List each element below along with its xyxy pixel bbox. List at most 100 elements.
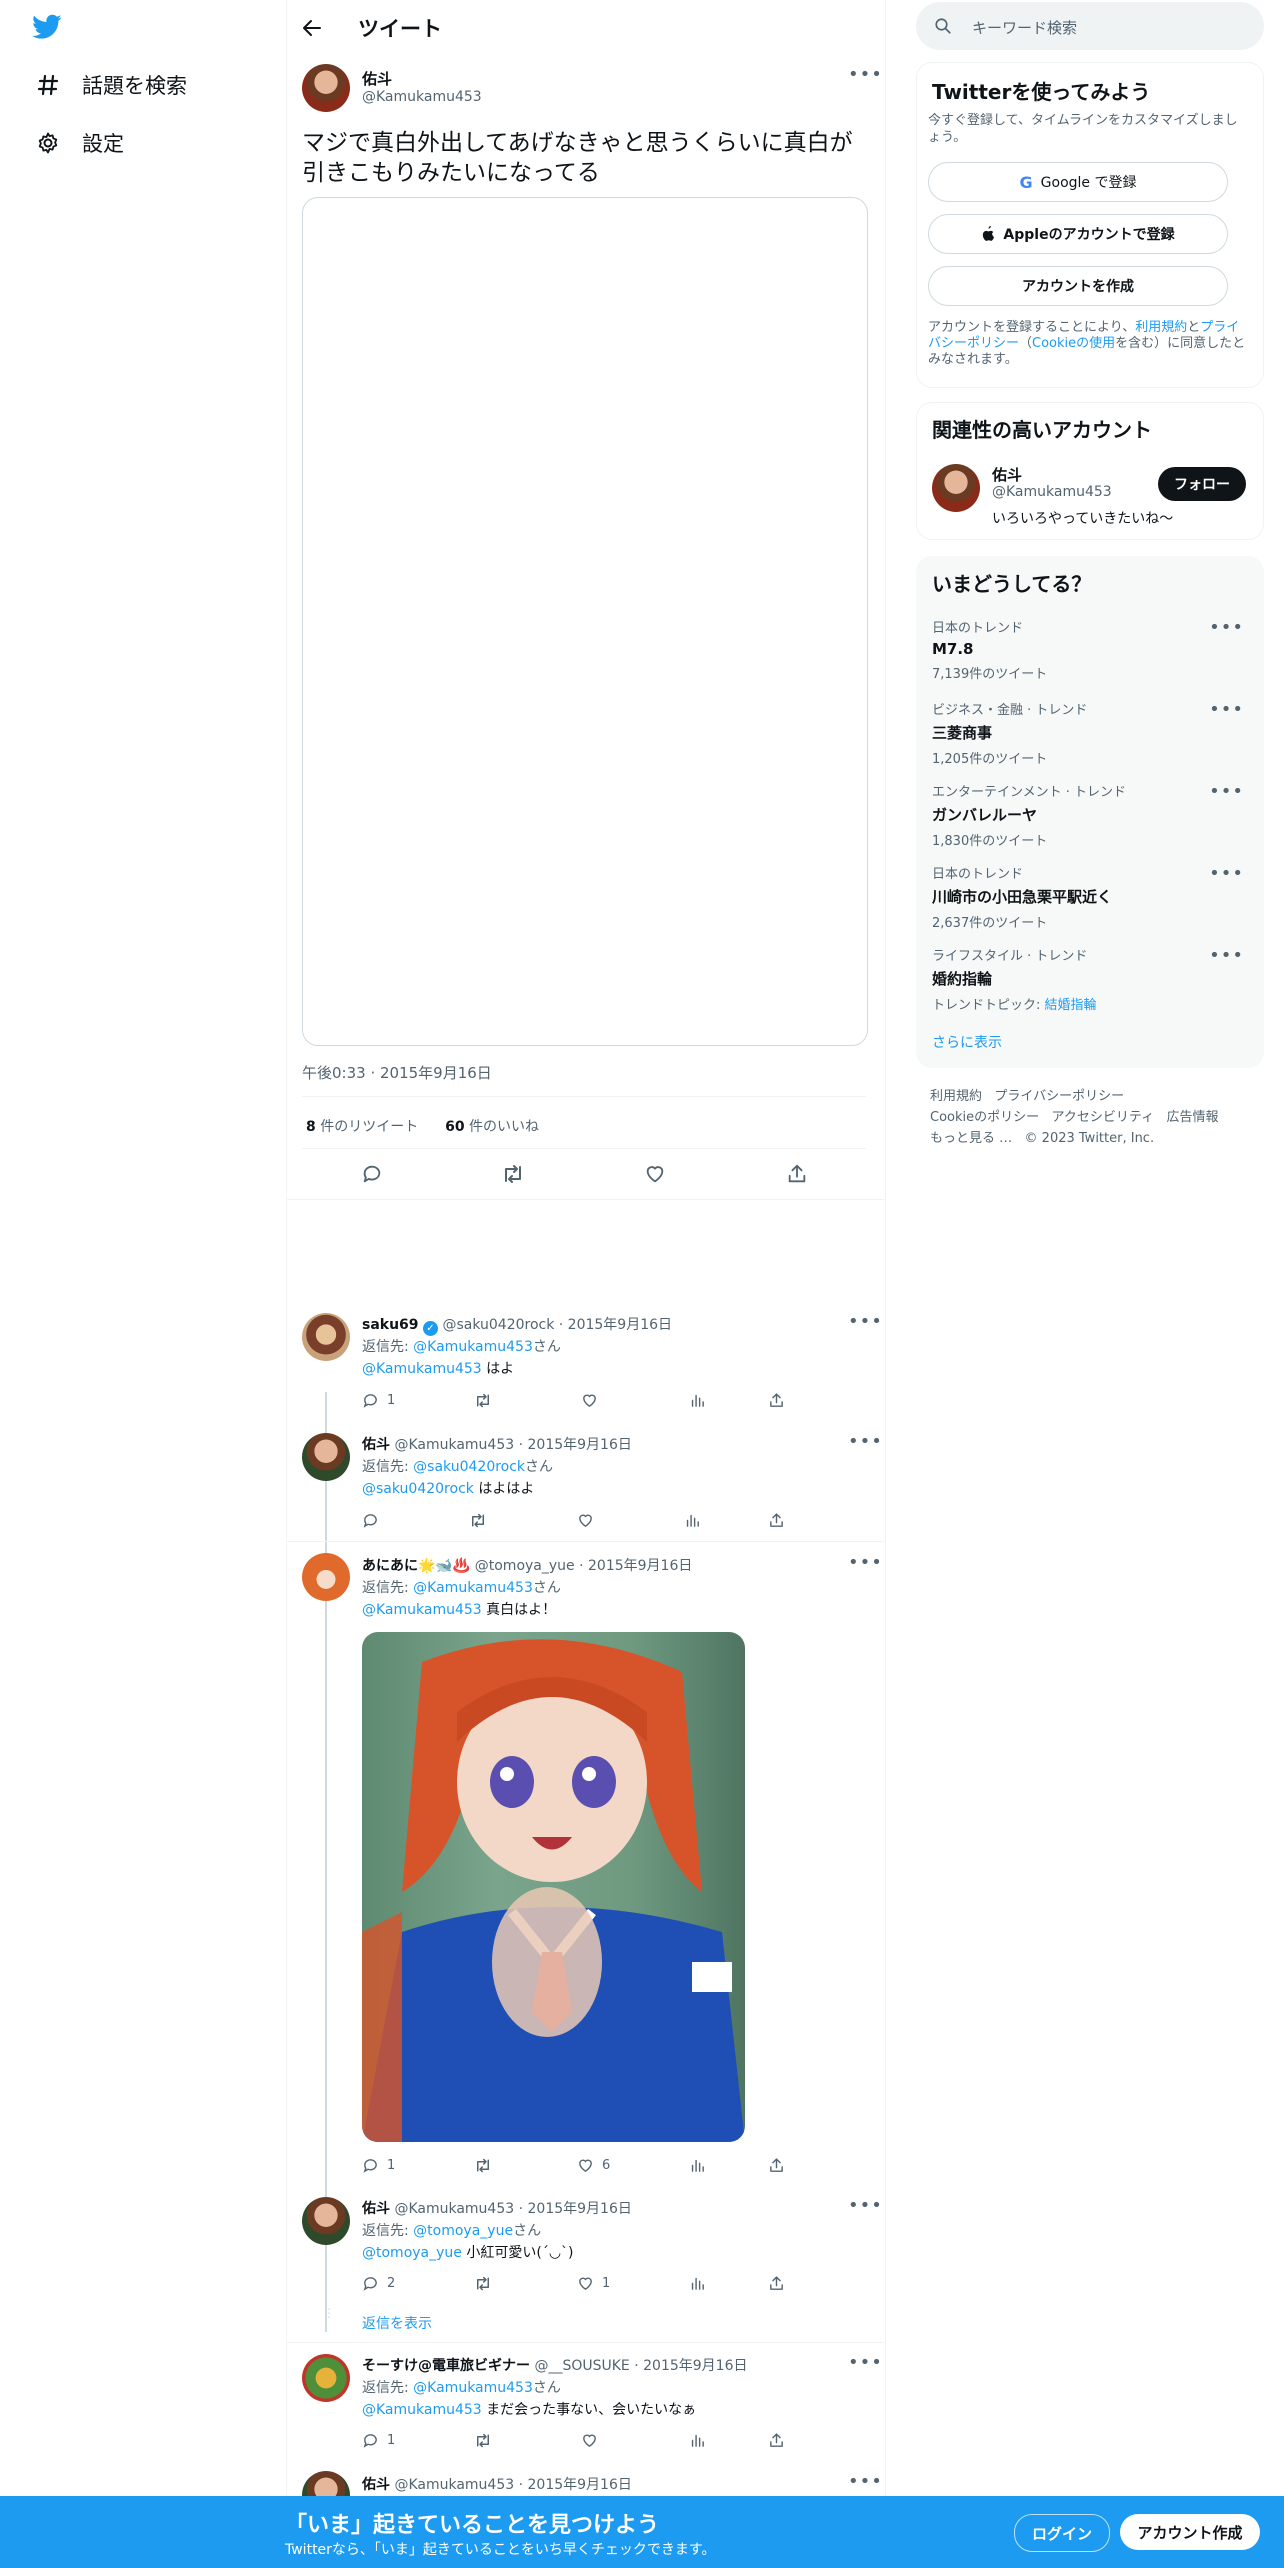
reply-action-like[interactable]: 6	[577, 2157, 610, 2174]
retweet-icon[interactable]	[474, 1392, 492, 1409]
reply-photo[interactable]	[362, 1632, 745, 2142]
google-signup-button[interactable]: G Google で登録	[928, 162, 1228, 202]
retweet-icon[interactable]	[469, 1512, 487, 1529]
reply-date[interactable]: · 2015年9月16日	[634, 2358, 747, 2374]
show-replies-link[interactable]: 返信を表示	[362, 2313, 432, 2333]
reply-icon[interactable]	[361, 1163, 383, 1185]
like-count[interactable]: 60 件のいいね	[445, 1119, 539, 1135]
tweet-timestamp[interactable]: 午後0:33 · 2015年9月16日	[302, 1062, 492, 1083]
reply-date[interactable]: · 2015年9月16日	[579, 1558, 692, 1574]
nav-explore[interactable]: 話題を検索	[36, 70, 187, 100]
reply-action-reply[interactable]: 1	[362, 2432, 395, 2449]
reply-author-name[interactable]: 佑斗	[362, 2477, 390, 2493]
avatar[interactable]	[932, 464, 980, 512]
verified-badge-icon: ✓	[423, 1321, 438, 1336]
more-options-icon[interactable]: •••	[1209, 863, 1244, 884]
share-icon[interactable]	[768, 2157, 785, 2174]
reply-author-handle[interactable]: @saku0420rock	[442, 1317, 554, 1333]
signup-legal: アカウントを登録することにより、利用規約とプライバシーポリシー（Cookieの使…	[928, 320, 1246, 367]
avatar[interactable]	[302, 2197, 350, 2245]
retweet-icon[interactable]	[474, 2432, 492, 2449]
reply-action-reply[interactable]: 1	[362, 1392, 395, 1409]
more-options-icon[interactable]: •••	[848, 1431, 883, 1452]
reply-author-name[interactable]: そーすけ@電車旅ビギナー	[362, 2358, 530, 2374]
more-options-icon[interactable]: •••	[1209, 617, 1244, 638]
more-options-icon[interactable]: •••	[848, 2195, 883, 2216]
author-handle[interactable]: @Kamukamu453	[362, 89, 482, 105]
reply-date[interactable]: · 2015年9月16日	[559, 1317, 672, 1333]
share-icon[interactable]	[768, 1512, 785, 1529]
share-icon[interactable]	[768, 1392, 785, 1409]
reply-author-handle[interactable]: @Kamukamu453	[394, 1437, 514, 1453]
related-handle[interactable]: @Kamukamu453	[992, 484, 1112, 500]
analytics-icon[interactable]	[689, 2275, 706, 2292]
like-icon[interactable]	[581, 2432, 598, 2449]
apple-signup-button[interactable]: Appleのアカウントで登録	[928, 214, 1228, 254]
analytics-icon[interactable]	[689, 2432, 706, 2449]
reply-author-handle[interactable]: @tomoya_yue	[475, 1558, 575, 1574]
related-name[interactable]: 佑斗	[992, 464, 1022, 485]
retweet-icon[interactable]	[474, 2157, 492, 2174]
more-options-icon[interactable]: •••	[1209, 699, 1244, 720]
reply-action-reply[interactable]: 1	[362, 2157, 395, 2174]
trend-item[interactable]: 日本のトレンド 川崎市の小田急栗平駅近く 2,637件のツイート •••	[932, 863, 1252, 931]
back-arrow-icon[interactable]	[300, 16, 324, 40]
reply-author-name[interactable]: 佑斗	[362, 1437, 390, 1453]
twitter-logo-icon[interactable]	[32, 14, 62, 40]
reply-icon	[362, 2157, 379, 2174]
reply-date[interactable]: · 2015年9月16日	[519, 1437, 632, 1453]
signup-banner-button[interactable]: アカウント作成	[1120, 2514, 1260, 2550]
create-account-button[interactable]: アカウントを作成	[928, 266, 1228, 306]
avatar[interactable]	[302, 2354, 350, 2402]
login-button[interactable]: ログイン	[1014, 2514, 1110, 2552]
avatar[interactable]	[302, 64, 350, 112]
trend-item[interactable]: 日本のトレンド M7.8 7,139件のツイート •••	[932, 617, 1252, 682]
reply-date[interactable]: · 2015年9月16日	[519, 2477, 632, 2493]
reply-author-name[interactable]: 佑斗	[362, 2201, 390, 2217]
trend-item[interactable]: ビジネス・金融 · トレンド 三菱商事 1,205件のツイート •••	[932, 699, 1252, 767]
reply-author-handle[interactable]: @Kamukamu453	[394, 2201, 514, 2217]
reply-header: そーすけ@電車旅ビギナー @__SOUSUKE · 2015年9月16日	[362, 2355, 748, 2375]
footer-links: 利用規約 プライバシーポリシー Cookieのポリシー アクセシビリティ 広告情…	[930, 1089, 1219, 1146]
more-options-icon[interactable]: •••	[1209, 945, 1244, 966]
reply-author-name[interactable]: あにあに🌟🐋♨️	[362, 1558, 470, 1574]
reply-icon[interactable]	[362, 1512, 379, 1529]
more-options-icon[interactable]: •••	[848, 64, 883, 85]
search-box[interactable]: キーワード検索	[916, 2, 1264, 50]
thread-dots: ⋮	[323, 2306, 335, 2320]
trends-show-more[interactable]: さらに表示	[932, 1032, 1002, 1052]
like-icon[interactable]	[577, 1512, 594, 1529]
like-icon[interactable]	[644, 1163, 666, 1185]
share-icon[interactable]	[768, 2432, 785, 2449]
reply-action-reply[interactable]: 2	[362, 2275, 395, 2292]
retweet-icon[interactable]	[474, 2275, 492, 2292]
nav-settings[interactable]: 設定	[36, 128, 124, 158]
author-name[interactable]: 佑斗	[362, 68, 392, 89]
trend-item[interactable]: ライフスタイル · トレンド 婚約指輪 トレンドトピック: 結婚指輪 •••	[932, 945, 1252, 1013]
share-icon[interactable]	[786, 1163, 808, 1185]
follow-button[interactable]: フォロー	[1158, 467, 1246, 501]
avatar[interactable]	[302, 1553, 350, 1601]
more-options-icon[interactable]: •••	[848, 2471, 883, 2492]
tweet-media[interactable]	[302, 197, 868, 1046]
reply-date[interactable]: · 2015年9月16日	[519, 2201, 632, 2217]
more-options-icon[interactable]: •••	[1209, 781, 1244, 802]
analytics-icon[interactable]	[689, 2157, 706, 2174]
like-icon[interactable]	[581, 1392, 598, 1409]
trend-item[interactable]: エンターテインメント · トレンド ガンバレルーヤ 1,830件のツイート ••…	[932, 781, 1252, 849]
more-options-icon[interactable]: •••	[848, 1311, 883, 1332]
retweet-count[interactable]: 8 件のリツイート	[306, 1119, 418, 1135]
avatar[interactable]	[302, 1433, 350, 1481]
analytics-icon[interactable]	[689, 1392, 706, 1409]
more-options-icon[interactable]: •••	[848, 1552, 883, 1573]
avatar[interactable]	[302, 1313, 350, 1361]
reply-author-name[interactable]: saku69	[362, 1317, 419, 1333]
reply-text: @saku0420rock はよはよ	[362, 1481, 535, 1497]
reply-action-like[interactable]: 1	[577, 2275, 610, 2292]
retweet-icon[interactable]	[501, 1163, 525, 1185]
reply-author-handle[interactable]: @Kamukamu453	[394, 2477, 514, 2493]
more-options-icon[interactable]: •••	[848, 2352, 883, 2373]
reply-author-handle[interactable]: @__SOUSUKE	[534, 2358, 629, 2374]
share-icon[interactable]	[768, 2275, 785, 2292]
analytics-icon[interactable]	[684, 1512, 701, 1529]
